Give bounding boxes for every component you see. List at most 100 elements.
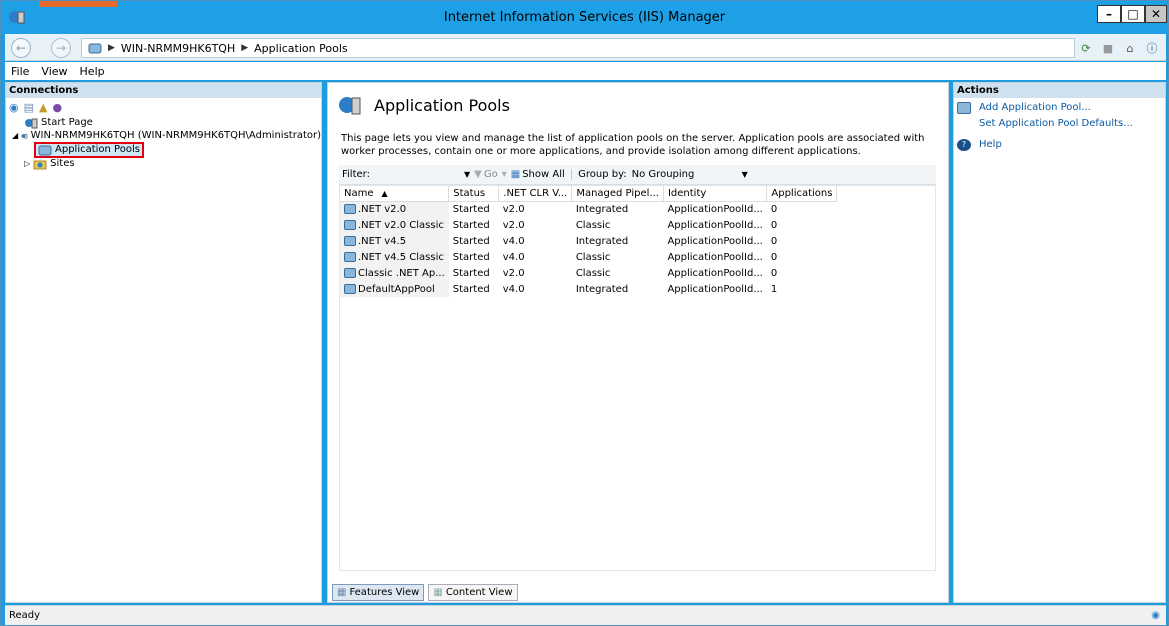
stop-icon[interactable]: ■	[1100, 40, 1116, 56]
cell: v2.0	[502, 219, 525, 231]
tree-server-label: WIN-NRMM9HK6TQH (WIN-NRMM9HK6TQH\Adminis…	[30, 130, 321, 141]
taskbar-accent	[39, 1, 117, 7]
breadcrumb[interactable]: ▶ WIN-NRMM9HK6TQH ▶ Application Pools	[81, 38, 1075, 58]
show-all-button[interactable]: Show All	[522, 169, 565, 180]
home-icon[interactable]: ⌂	[1122, 40, 1138, 56]
tree-server[interactable]: ◢ WIN-NRMM9HK6TQH (WIN-NRMM9HK6TQH\Admin…	[10, 129, 321, 142]
filter-bar: Filter: ▼ ▼ Go ▾ ▦ Show All | Group by: …	[339, 165, 936, 185]
go-filter-icon[interactable]: ▼	[474, 169, 482, 180]
toolbar-divider: |	[569, 169, 574, 180]
sort-asc-icon: ▲	[381, 188, 388, 198]
tree-application-pools[interactable]: Application Pools	[10, 141, 321, 158]
connections-pane: Connections ◉ ▤ ▲ ● Start Page ◢ WIN-NRM…	[5, 82, 322, 603]
table-row[interactable]: .NET v2.0 Classic Started v2.0 Classic Appli…	[340, 217, 837, 233]
help-icon[interactable]: ⓘ	[1144, 40, 1160, 56]
page-description: This page lets you view and manage the l…	[341, 133, 925, 157]
cell: 0	[770, 219, 778, 231]
filter-input[interactable]	[376, 168, 464, 182]
tab-features-view[interactable]: ▦ Features View	[332, 584, 425, 601]
maximize-button[interactable]: □	[1121, 5, 1145, 23]
save-icon[interactable]: ▤	[24, 101, 34, 114]
cell: Classic	[575, 267, 611, 279]
menu-help[interactable]: Help	[80, 65, 105, 78]
set-pool-defaults-link[interactable]: Set Application Pool Defaults...	[954, 117, 1165, 130]
table-row[interactable]: .NET v2.0 Started v2.0 Integrated Applicatio…	[340, 201, 837, 217]
tab-content-view[interactable]: ▦ Content View	[428, 584, 518, 601]
app-pool-icon	[38, 145, 52, 155]
application-pools-icon	[339, 97, 361, 115]
cell: 0	[770, 235, 778, 247]
status-server-icon: ◉	[1151, 610, 1160, 621]
up-folder-icon[interactable]: ▲	[39, 101, 47, 114]
view-tabs: ▦ Features View ▦ Content View	[332, 584, 518, 601]
table-row[interactable]: Classic .NET Ap... Started v2.0 Classic Appl…	[340, 265, 837, 281]
cell: ApplicationPoolId...	[667, 235, 763, 247]
connections-tree: Start Page ◢ WIN-NRMM9HK6TQH (WIN-NRMM9H…	[6, 116, 321, 170]
col-identity[interactable]: Identity	[663, 186, 768, 202]
status-bar: Ready ◉	[5, 605, 1166, 625]
tree-start-page[interactable]: Start Page	[10, 116, 321, 129]
connect-icon[interactable]: ◉	[9, 101, 19, 114]
col-clr-version[interactable]: .NET CLR V...	[498, 186, 573, 202]
cell: ApplicationPoolId...	[667, 203, 763, 215]
cell: Integrated	[575, 235, 629, 247]
cell: v4.0	[502, 283, 525, 295]
menu-view[interactable]: View	[41, 65, 67, 78]
collapse-icon[interactable]: ▷	[24, 159, 30, 168]
actions-pane: Actions Add Application Pool... Set Appl…	[953, 82, 1166, 603]
status-text: Ready	[9, 610, 41, 621]
sites-folder-icon	[33, 160, 47, 169]
address-bar: ← → ▶ WIN-NRMM9HK6TQH ▶ Application Pool…	[5, 34, 1166, 61]
filter-dropdown-icon[interactable]: ▼	[464, 170, 470, 179]
menu-bar: File View Help	[5, 62, 1166, 80]
app-pool-icon	[88, 43, 102, 54]
cell: Started	[452, 203, 490, 215]
features-view-icon: ▦	[337, 587, 347, 598]
table-row[interactable]: .NET v4.5 Classic Started v4.0 Classic Appli…	[340, 249, 837, 265]
expand-icon[interactable]: ◢	[12, 131, 18, 140]
cell: 0	[770, 251, 778, 263]
cell: ApplicationPoolId...	[667, 267, 763, 279]
forward-icon[interactable]: →	[51, 38, 71, 58]
table-row[interactable]: .NET v4.5 Started v4.0 Integrated Applicatio…	[340, 233, 837, 249]
breadcrumb-app-pools[interactable]: Application Pools	[254, 42, 347, 55]
col-applications[interactable]: Applications	[766, 186, 838, 202]
table-header-row: Name ▲ Status .NET CLR V... Managed Pipel…	[340, 186, 838, 202]
app-pool-icon	[344, 251, 356, 262]
add-pool-icon	[957, 101, 971, 114]
pool-name-cell: Classic .NET Ap...	[340, 265, 449, 281]
cell: 0	[770, 267, 778, 279]
group-by-dropdown-icon[interactable]: ▼	[742, 170, 748, 179]
minimize-button[interactable]: –	[1097, 5, 1121, 23]
go-dropdown-icon[interactable]: ▾	[502, 169, 507, 180]
page-title: Application Pools	[374, 95, 510, 115]
disconnect-icon[interactable]: ●	[52, 101, 62, 114]
show-all-icon[interactable]: ▦	[511, 169, 520, 180]
tree-app-pools-selected[interactable]: Application Pools	[34, 141, 144, 158]
col-status[interactable]: Status	[448, 186, 500, 202]
group-by-label: Group by:	[578, 169, 627, 180]
menu-file[interactable]: File	[11, 65, 29, 78]
group-by-select[interactable]: No Grouping	[632, 169, 742, 180]
tree-sites[interactable]: ▷ Sites	[10, 157, 321, 170]
pool-name-cell: .NET v4.5	[340, 233, 449, 249]
col-pipeline[interactable]: Managed Pipel...	[571, 186, 664, 202]
close-button[interactable]: ✕	[1145, 5, 1167, 23]
breadcrumb-server[interactable]: WIN-NRMM9HK6TQH	[121, 42, 235, 55]
cell: Started	[452, 251, 490, 263]
pool-name-cell: .NET v2.0 Classic	[340, 217, 449, 233]
col-name[interactable]: Name ▲	[340, 186, 450, 202]
cell: v4.0	[502, 251, 525, 263]
help-link[interactable]: ? Help	[954, 138, 1165, 151]
add-application-pool-link[interactable]: Add Application Pool...	[954, 101, 1165, 114]
go-button[interactable]: Go	[484, 169, 498, 180]
table-row[interactable]: DefaultAppPool Started v4.0 Integrated Appli…	[340, 281, 837, 297]
app-pool-icon	[344, 219, 356, 230]
back-icon[interactable]: ←	[11, 38, 31, 58]
pool-name-cell: DefaultAppPool	[340, 281, 449, 297]
app-pool-icon	[344, 235, 356, 246]
cell: Integrated	[575, 203, 629, 215]
refresh-icon[interactable]: ⟳	[1078, 40, 1094, 56]
cell: 1	[770, 283, 778, 295]
window-title: Internet Information Services (IIS) Mana…	[443, 10, 726, 25]
